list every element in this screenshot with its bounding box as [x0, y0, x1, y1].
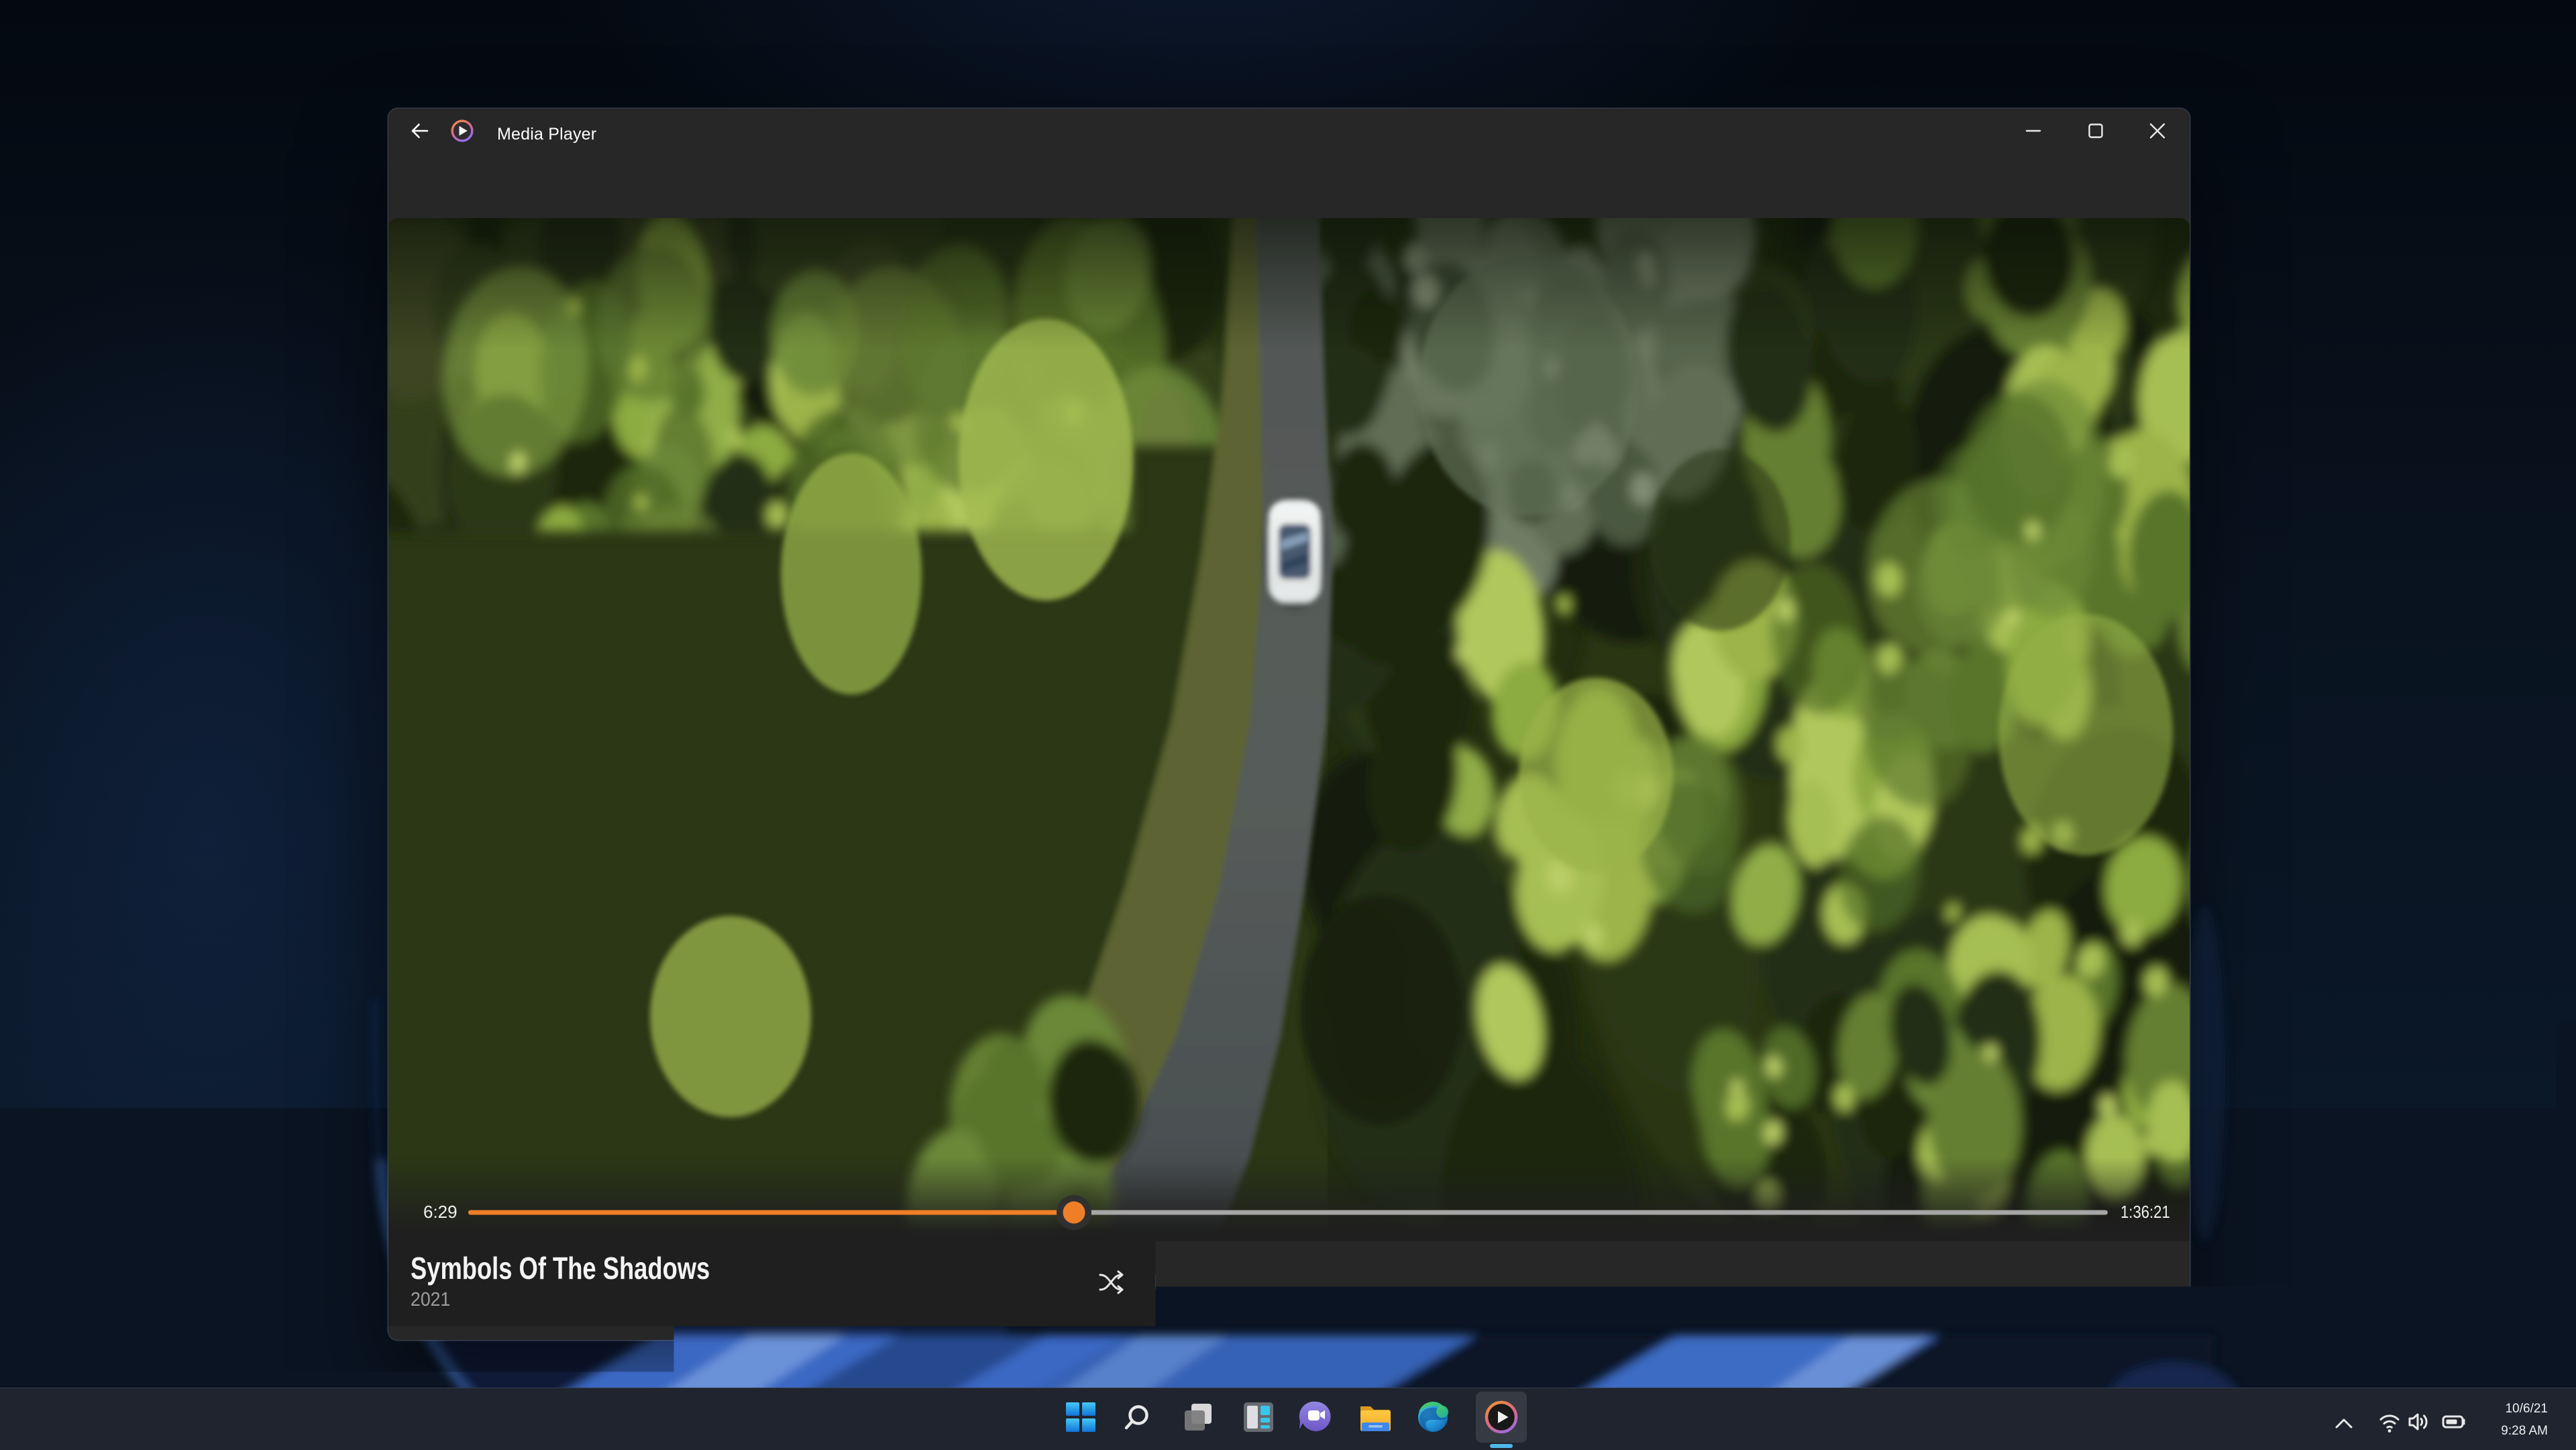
svg-text:30: 30 [1354, 1284, 1364, 1294]
svg-text:10: 10 [1214, 1284, 1224, 1294]
